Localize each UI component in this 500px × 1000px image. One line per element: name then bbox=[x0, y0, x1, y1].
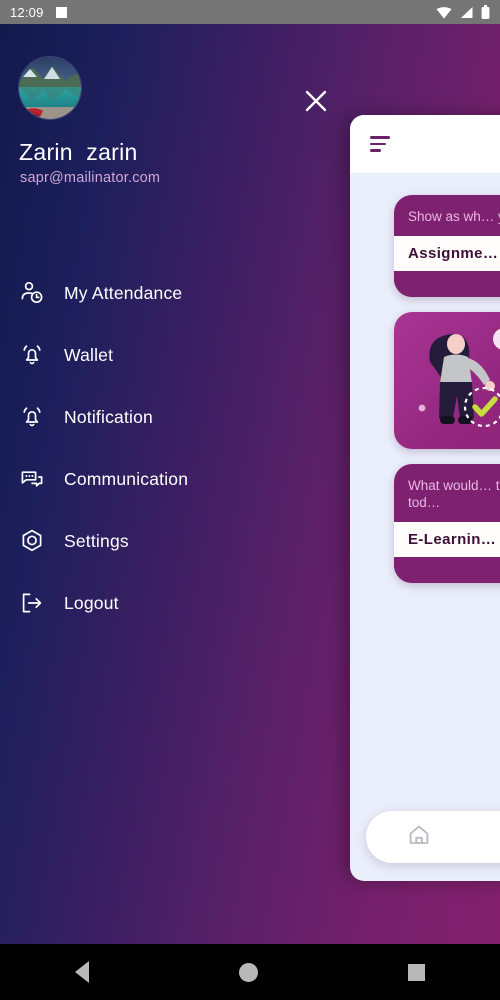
filter-lines-icon[interactable] bbox=[370, 136, 390, 152]
content-panel: Show as wh… you learn Assignme… ? bbox=[350, 115, 500, 881]
chat-bubble-icon bbox=[17, 464, 47, 494]
sidebar-item-notification[interactable]: Notification bbox=[0, 396, 340, 438]
card-title: E-Learnin… bbox=[394, 522, 500, 557]
avatar[interactable] bbox=[19, 57, 81, 119]
close-icon bbox=[305, 90, 327, 112]
sidebar-item-label: Wallet bbox=[64, 344, 114, 365]
sidebar-item-label: Notification bbox=[64, 406, 153, 427]
user-clock-icon bbox=[17, 278, 47, 308]
card-illustration[interactable]: ? bbox=[394, 312, 500, 449]
status-bar: 12:09 bbox=[0, 0, 500, 24]
profile-email: sapr@mailinator.com bbox=[20, 170, 161, 186]
bell-icon bbox=[17, 340, 47, 370]
card-question: What would… to learn tod… bbox=[408, 478, 500, 510]
sidebar-item-label: Communication bbox=[64, 468, 189, 489]
navigation-drawer: Zarin zarin sapr@mailinator.com My Atten… bbox=[0, 24, 500, 944]
status-bar-icons bbox=[436, 5, 490, 19]
sidebar-item-wallet[interactable]: Wallet bbox=[0, 334, 340, 376]
app-indicator-square-icon bbox=[55, 6, 67, 18]
system-navigation-bar bbox=[0, 944, 500, 1000]
close-drawer-button[interactable] bbox=[300, 85, 332, 117]
sidebar-item-label: Settings bbox=[64, 530, 129, 551]
home-circle-icon[interactable] bbox=[239, 962, 258, 982]
sidebar-item-settings[interactable]: Settings bbox=[0, 520, 340, 562]
card-footer bbox=[394, 557, 500, 583]
card-assignment[interactable]: Show as wh… you learn Assignme… bbox=[394, 195, 500, 297]
logout-arrow-icon bbox=[17, 588, 47, 618]
sidebar-item-my-attendance[interactable]: My Attendance bbox=[0, 272, 340, 314]
recents-square-icon[interactable] bbox=[408, 963, 425, 981]
home-icon[interactable] bbox=[406, 822, 432, 853]
wifi-icon bbox=[436, 6, 452, 18]
sidebar-item-label: Logout bbox=[64, 592, 119, 613]
card-title: Assignme… bbox=[394, 236, 500, 271]
back-triangle-icon[interactable] bbox=[75, 961, 89, 983]
sidebar-item-label: My Attendance bbox=[64, 282, 183, 303]
card-list: Show as wh… you learn Assignme… ? bbox=[350, 173, 500, 583]
card-question: Show as wh… you learn bbox=[408, 209, 500, 224]
signal-icon bbox=[461, 6, 473, 18]
card-elearning[interactable]: What would… to learn tod… E-Learnin… bbox=[394, 464, 500, 583]
profile-name: Zarin zarin bbox=[19, 139, 138, 165]
bottom-navigation-bar bbox=[366, 811, 500, 863]
sidebar-item-logout[interactable]: Logout bbox=[0, 582, 340, 624]
hexagon-gear-icon bbox=[17, 526, 47, 556]
sidebar-item-communication[interactable]: Communication bbox=[0, 458, 340, 500]
drawer-menu: My Attendance Wallet Notification Commun… bbox=[0, 272, 340, 644]
card-footer bbox=[394, 271, 500, 297]
status-bar-time: 12:09 bbox=[10, 4, 44, 20]
panel-app-bar bbox=[350, 115, 500, 173]
woman-checkmark-illustration-icon: ? bbox=[418, 328, 500, 428]
battery-icon bbox=[481, 5, 490, 19]
bell-icon bbox=[17, 402, 47, 432]
